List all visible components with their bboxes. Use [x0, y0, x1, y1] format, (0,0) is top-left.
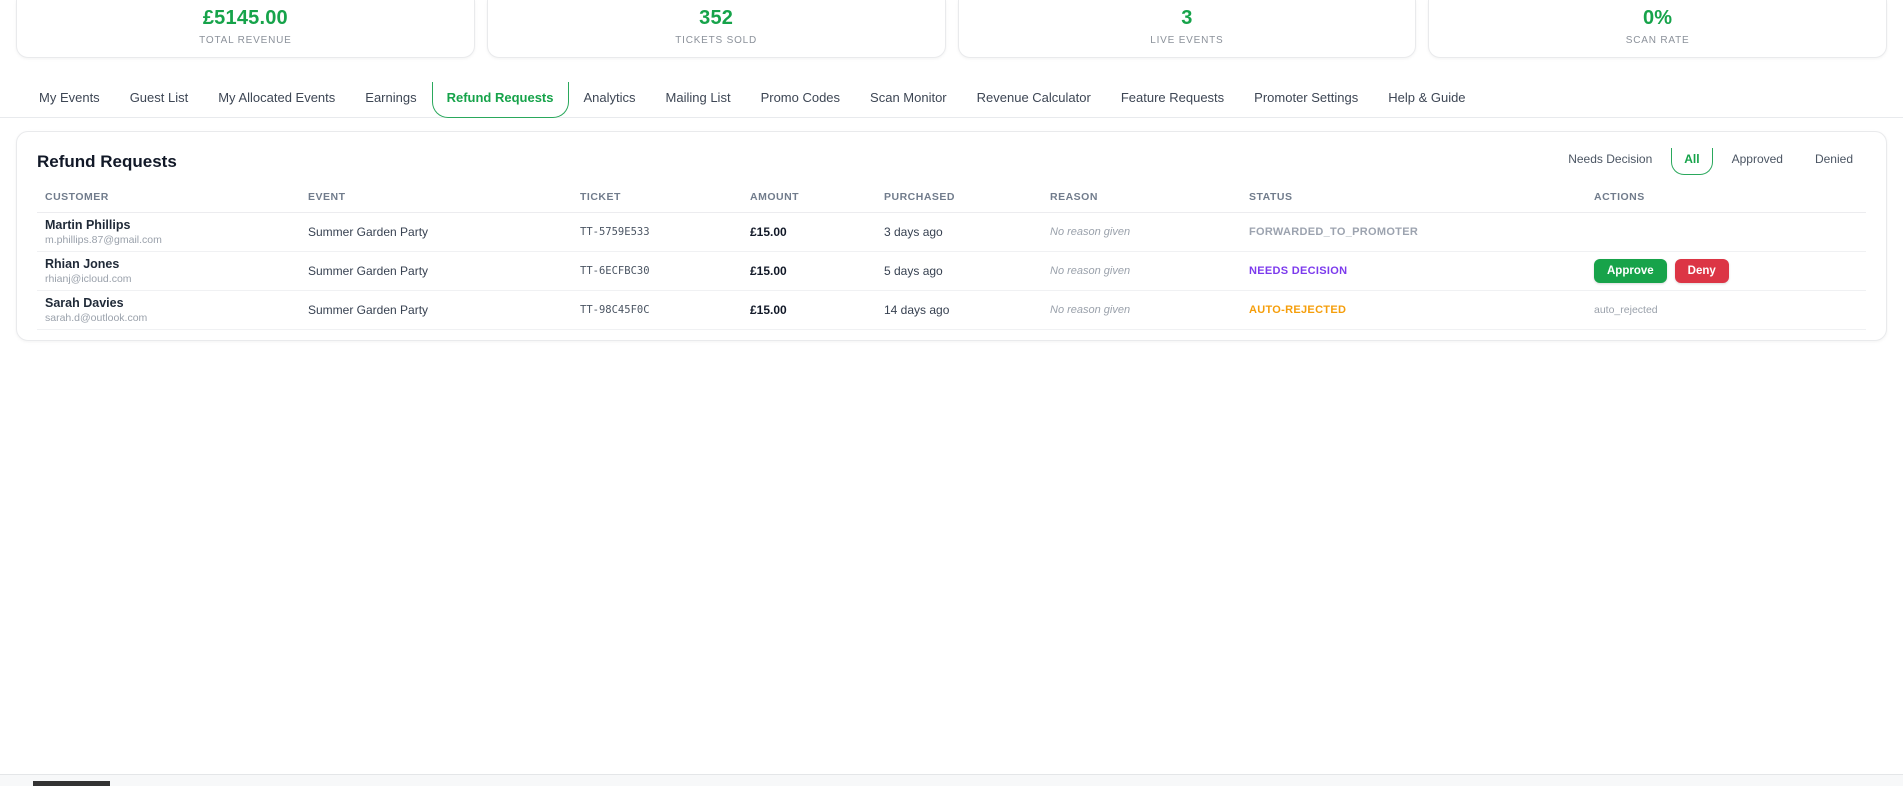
event-cell: Summer Garden Party — [308, 225, 429, 239]
total-revenue-value: £5145.00 — [202, 7, 288, 29]
table-header-row: CUSTOMER EVENT TICKET AMOUNT PURCHASED R… — [37, 185, 1866, 213]
refund-requests-panel: Refund Requests Needs Decision All Appro… — [16, 131, 1887, 341]
tab-revenue-calculator[interactable]: Revenue Calculator — [962, 82, 1106, 118]
tab-scan-monitor[interactable]: Scan Monitor — [855, 82, 962, 118]
table-row: Rhian Jones rhianj@icloud.com Summer Gar… — [37, 252, 1866, 291]
customer-email: m.phillips.87@gmail.com — [45, 234, 162, 246]
col-status: STATUS — [1249, 191, 1293, 203]
amount-cell: £15.00 — [750, 225, 787, 239]
ticket-cell: TT-5759E533 — [580, 226, 650, 238]
stat-card-total-revenue: £5145.00 TOTAL REVENUE — [16, 0, 475, 58]
auto-rejected-note: auto_rejected — [1594, 304, 1658, 316]
status-badge: FORWARDED_TO_PROMOTER — [1249, 226, 1419, 238]
tab-guest-list[interactable]: Guest List — [115, 82, 204, 118]
tab-promoter-settings[interactable]: Promoter Settings — [1239, 82, 1373, 118]
col-reason: REASON — [1050, 191, 1098, 203]
refunds-table: CUSTOMER EVENT TICKET AMOUNT PURCHASED R… — [37, 185, 1866, 330]
reason-cell: No reason given — [1050, 304, 1131, 316]
table-row: Martin Phillips m.phillips.87@gmail.com … — [37, 213, 1866, 252]
tab-my-allocated-events[interactable]: My Allocated Events — [203, 82, 350, 118]
filter-denied[interactable]: Denied — [1802, 148, 1866, 175]
tab-navigation: My Events Guest List My Allocated Events… — [0, 82, 1903, 118]
actions-cell: Approve Deny — [1594, 259, 1858, 283]
tickets-sold-label: TICKETS SOLD — [675, 35, 758, 46]
footer-dark-bar — [33, 781, 110, 786]
customer-cell: Rhian Jones rhianj@icloud.com — [45, 257, 308, 285]
scan-rate-label: SCAN RATE — [1625, 35, 1690, 46]
tab-earnings[interactable]: Earnings — [350, 82, 431, 118]
col-amount: AMOUNT — [750, 191, 800, 203]
approve-button[interactable]: Approve — [1594, 259, 1667, 283]
event-cell: Summer Garden Party — [308, 264, 429, 278]
status-badge: NEEDS DECISION — [1249, 265, 1348, 277]
table-row: Sarah Davies sarah.d@outlook.com Summer … — [37, 291, 1866, 330]
tab-refund-requests[interactable]: Refund Requests — [431, 82, 569, 118]
customer-cell: Martin Phillips m.phillips.87@gmail.com — [45, 218, 308, 246]
purchased-cell: 3 days ago — [884, 225, 943, 239]
ticket-cell: TT-6ECFBC30 — [580, 265, 650, 277]
customer-cell: Sarah Davies sarah.d@outlook.com — [45, 296, 308, 324]
tab-my-events[interactable]: My Events — [24, 82, 115, 118]
tab-analytics[interactable]: Analytics — [569, 82, 651, 118]
stat-card-tickets-sold: 352 TICKETS SOLD — [486, 0, 946, 58]
scan-rate-value: 0% — [1642, 7, 1673, 29]
col-customer: CUSTOMER — [45, 191, 109, 203]
customer-name: Martin Phillips — [45, 218, 131, 232]
amount-cell: £15.00 — [750, 303, 787, 317]
customer-email: sarah.d@outlook.com — [45, 312, 148, 324]
reason-cell: No reason given — [1050, 265, 1131, 277]
col-event: EVENT — [308, 191, 346, 203]
purchased-cell: 14 days ago — [884, 303, 950, 317]
col-purchased: PURCHASED — [884, 191, 956, 203]
purchased-cell: 5 days ago — [884, 264, 943, 278]
filter-approved[interactable]: Approved — [1719, 148, 1796, 175]
filter-needs-decision[interactable]: Needs Decision — [1555, 148, 1665, 175]
filter-all[interactable]: All — [1671, 148, 1713, 175]
tab-promo-codes[interactable]: Promo Codes — [746, 82, 855, 118]
live-events-value: 3 — [1181, 7, 1193, 29]
col-actions: ACTIONS — [1594, 191, 1645, 203]
col-ticket: TICKET — [580, 191, 621, 203]
reason-cell: No reason given — [1050, 226, 1131, 238]
status-badge: AUTO-REJECTED — [1249, 304, 1347, 316]
customer-name: Sarah Davies — [45, 296, 124, 310]
ticket-cell: TT-98C45F0C — [580, 304, 650, 316]
actions-cell: auto_rejected — [1594, 304, 1858, 316]
panel-header: Refund Requests Needs Decision All Appro… — [37, 148, 1866, 175]
stats-row: £5145.00 TOTAL REVENUE 352 TICKETS SOLD … — [0, 0, 1903, 58]
tab-help-guide[interactable]: Help & Guide — [1373, 82, 1480, 118]
stat-card-scan-rate: 0% SCAN RATE — [1428, 0, 1887, 58]
tab-mailing-list[interactable]: Mailing List — [651, 82, 746, 118]
deny-button[interactable]: Deny — [1674, 259, 1729, 283]
footer-strip — [0, 774, 1903, 786]
event-cell: Summer Garden Party — [308, 303, 429, 317]
stat-card-live-events: 3 LIVE EVENTS — [957, 0, 1417, 58]
customer-name: Rhian Jones — [45, 257, 120, 271]
page-title: Refund Requests — [37, 151, 177, 171]
tickets-sold-value: 352 — [699, 7, 734, 29]
status-filters: Needs Decision All Approved Denied — [1555, 148, 1866, 175]
customer-email: rhianj@icloud.com — [45, 273, 132, 285]
live-events-label: LIVE EVENTS — [1150, 35, 1224, 46]
total-revenue-label: TOTAL REVENUE — [199, 35, 292, 46]
tab-feature-requests[interactable]: Feature Requests — [1106, 82, 1239, 118]
amount-cell: £15.00 — [750, 264, 787, 278]
